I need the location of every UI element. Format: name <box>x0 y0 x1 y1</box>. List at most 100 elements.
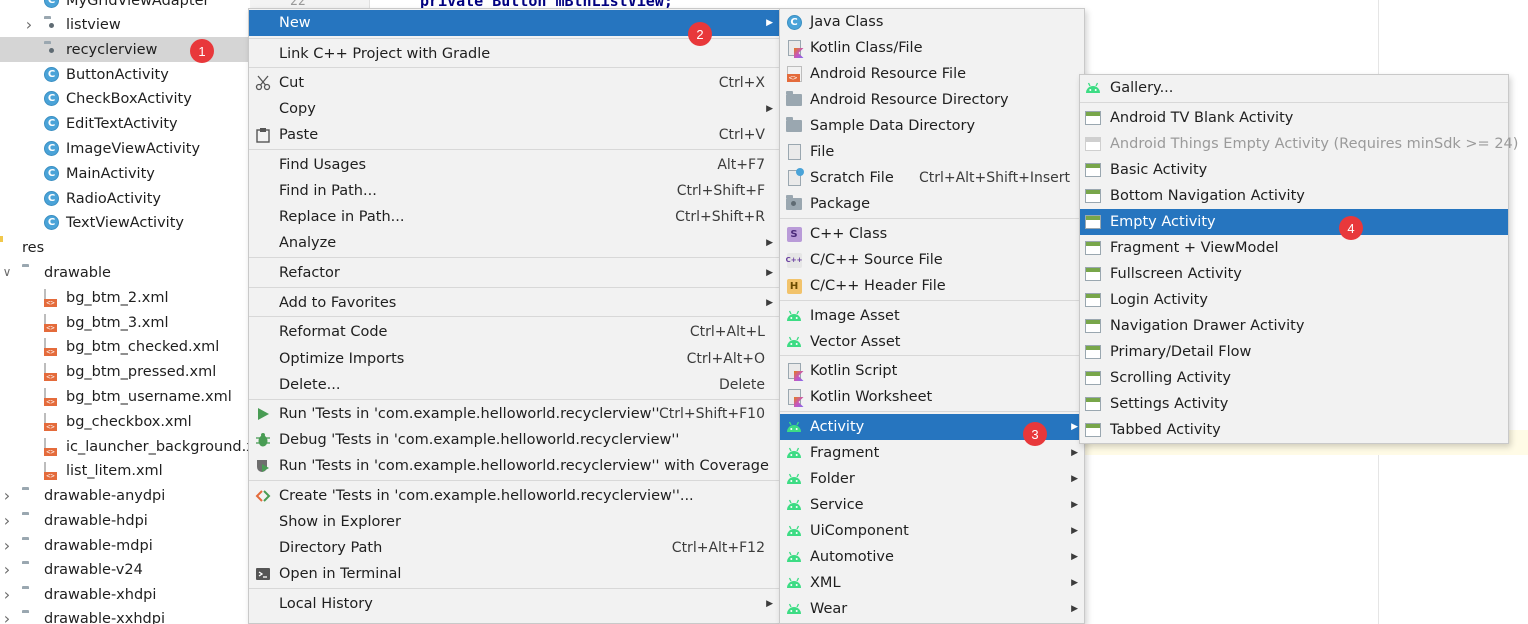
context-menu-item[interactable]: Create 'Tests in 'com.example.helloworld… <box>249 483 779 509</box>
context-menu-item[interactable]: Local History ▶ <box>249 591 779 617</box>
new-menu-item[interactable]: Service ▶ <box>780 492 1084 518</box>
new-menu-item[interactable]: Image Asset <box>780 303 1084 329</box>
tree-item[interactable]: list_litem.xml <box>0 458 250 483</box>
tree-item[interactable]: › drawable-mdpi <box>0 533 250 558</box>
new-menu-item[interactable]: Android Resource Directory <box>780 87 1084 113</box>
activity-menu-item[interactable]: Gallery... <box>1080 75 1508 101</box>
tree-item[interactable]: › drawable-xhdpi <box>0 582 250 607</box>
tree-item[interactable]: C CheckBoxActivity <box>0 86 250 111</box>
coverage-icon <box>255 458 271 474</box>
chevron-right-icon[interactable]: › <box>2 536 12 555</box>
new-menu-item[interactable]: Folder ▶ <box>780 466 1084 492</box>
tree-item[interactable]: › drawable-anydpi <box>0 483 250 508</box>
submenu-arrow-icon: ▶ <box>1071 474 1078 484</box>
new-menu-item[interactable]: Kotlin Script <box>780 358 1084 384</box>
context-menu-item[interactable]: Debug 'Tests in 'com.example.helloworld.… <box>249 427 779 453</box>
context-menu-item[interactable]: Paste Ctrl+V <box>249 122 779 148</box>
tree-item-label: ButtonActivity <box>66 66 169 83</box>
project-tree[interactable]: C MyGridViewAdapter › listview recyclerview C… <box>0 0 250 624</box>
context-menu-item[interactable]: Run 'Tests in 'com.example.helloworld.re… <box>249 401 779 427</box>
activity-menu-item[interactable]: Bottom Navigation Activity <box>1080 183 1508 209</box>
new-menu-item[interactable]: S C++ Class <box>780 221 1084 247</box>
context-menu-item[interactable]: Replace in Path... Ctrl+Shift+R <box>249 204 779 230</box>
tree-item[interactable]: C ButtonActivity <box>0 62 250 87</box>
tree-item[interactable]: bg_btm_pressed.xml <box>0 359 250 384</box>
tree-item[interactable]: bg_btm_username.xml <box>0 384 250 409</box>
context-menu-item[interactable]: Directory Path Ctrl+Alt+F12 <box>249 535 779 561</box>
chevron-right-icon[interactable]: › <box>2 560 12 579</box>
context-menu-item[interactable]: Cut Ctrl+X <box>249 70 779 96</box>
menu-item-label: Bottom Navigation Activity <box>1110 188 1305 204</box>
new-menu-item[interactable]: C++ C/C++ Source File <box>780 247 1084 273</box>
context-menu-item[interactable]: Run 'Tests in 'com.example.helloworld.re… <box>249 453 779 479</box>
activity-menu-item[interactable]: Basic Activity <box>1080 157 1508 183</box>
context-menu-item[interactable]: Add to Favorites ▶ <box>249 290 779 316</box>
chevron-right-icon[interactable]: › <box>24 15 34 34</box>
context-menu-item[interactable]: Open in Terminal <box>249 561 779 587</box>
tree-item[interactable]: bg_btm_3.xml <box>0 310 250 335</box>
context-menu-item[interactable]: Show in Explorer <box>249 509 779 535</box>
new-menu-item[interactable]: Vector Asset <box>780 329 1084 355</box>
new-menu-item[interactable]: XML ▶ <box>780 570 1084 596</box>
menu-item-label: Package <box>810 196 871 212</box>
new-menu-item[interactable]: UiComponent ▶ <box>780 518 1084 544</box>
activity-menu-item[interactable]: Primary/Detail Flow <box>1080 339 1508 365</box>
folder-icon <box>22 488 38 504</box>
activity-menu-item[interactable]: Scrolling Activity <box>1080 365 1508 391</box>
activity-menu-item[interactable]: Android TV Blank Activity <box>1080 105 1508 131</box>
context-menu-item[interactable]: Delete... Delete <box>249 372 779 398</box>
chevron-right-icon[interactable]: › <box>2 609 12 624</box>
new-menu-item[interactable]: C Java Class <box>780 9 1084 35</box>
shortcut-label: Ctrl+Shift+R <box>675 209 765 225</box>
activity-menu-item[interactable]: Tabbed Activity <box>1080 417 1508 443</box>
activity-menu-item[interactable]: Navigation Drawer Activity <box>1080 313 1508 339</box>
new-menu-item[interactable]: Kotlin Worksheet <box>780 384 1084 410</box>
new-menu-item[interactable]: Android Resource File <box>780 61 1084 87</box>
tree-item[interactable]: C RadioActivity <box>0 186 250 211</box>
new-menu-item[interactable]: Automotive ▶ <box>780 544 1084 570</box>
tree-item[interactable]: › drawable-v24 <box>0 557 250 582</box>
tree-item[interactable]: ∨ drawable <box>0 260 250 285</box>
context-menu-item[interactable]: Refactor ▶ <box>249 260 779 286</box>
activity-menu-item[interactable]: Fragment + ViewModel <box>1080 235 1508 261</box>
chevron-right-icon[interactable]: › <box>2 511 12 530</box>
tree-item[interactable]: res <box>0 235 250 260</box>
chevron-right-icon[interactable]: › <box>2 486 12 505</box>
tree-item[interactable]: › drawable-xxhdpi <box>0 606 250 624</box>
tree-item[interactable]: C EditTextActivity <box>0 111 250 136</box>
new-menu-item[interactable]: File <box>780 139 1084 165</box>
context-menu-item[interactable]: Find in Path... Ctrl+Shift+F <box>249 178 779 204</box>
context-menu-item[interactable]: Reformat Code Ctrl+Alt+L <box>249 319 779 345</box>
tree-item[interactable]: C TextViewActivity <box>0 210 250 235</box>
new-menu-item[interactable]: Kotlin Class/File <box>780 35 1084 61</box>
new-menu-item[interactable]: Wear ▶ <box>780 596 1084 622</box>
tree-item[interactable]: › listview <box>0 12 250 37</box>
tree-item[interactable]: › drawable-hdpi <box>0 508 250 533</box>
menu-item-label: Empty Activity <box>1110 214 1216 230</box>
new-menu-item[interactable]: Package <box>780 191 1084 217</box>
new-menu-item[interactable]: H C/C++ Header File <box>780 273 1084 299</box>
chevron-right-icon[interactable]: › <box>2 585 12 604</box>
menu-item-label: Fragment <box>810 445 880 461</box>
activity-menu-item[interactable]: Login Activity <box>1080 287 1508 313</box>
tree-item[interactable]: C ImageViewActivity <box>0 136 250 161</box>
menu-item-label: Gallery... <box>1110 80 1174 96</box>
context-menu-item[interactable]: Find Usages Alt+F7 <box>249 152 779 178</box>
menu-separator <box>780 218 1084 219</box>
context-menu-item[interactable]: Analyze ▶ <box>249 230 779 256</box>
chevron-down-icon[interactable]: ∨ <box>2 265 12 279</box>
xml-file-icon <box>44 413 60 431</box>
context-menu-item[interactable]: Optimize Imports Ctrl+Alt+O <box>249 346 779 372</box>
tree-item[interactable]: ic_launcher_background.xml <box>0 434 250 459</box>
new-menu-item[interactable]: Scratch File Ctrl+Alt+Shift+Insert <box>780 165 1084 191</box>
new-menu-item[interactable]: Sample Data Directory <box>780 113 1084 139</box>
tree-item[interactable]: C MainActivity <box>0 161 250 186</box>
tree-item[interactable]: bg_btm_2.xml <box>0 285 250 310</box>
activity-menu-item[interactable]: Empty Activity <box>1080 209 1508 235</box>
activity-menu-item[interactable]: Settings Activity <box>1080 391 1508 417</box>
context-menu-item[interactable]: Copy ▶ <box>249 96 779 122</box>
file-icon <box>786 144 802 160</box>
tree-item[interactable]: bg_btm_checked.xml <box>0 334 250 359</box>
tree-item[interactable]: bg_checkbox.xml <box>0 409 250 434</box>
activity-menu-item[interactable]: Fullscreen Activity <box>1080 261 1508 287</box>
